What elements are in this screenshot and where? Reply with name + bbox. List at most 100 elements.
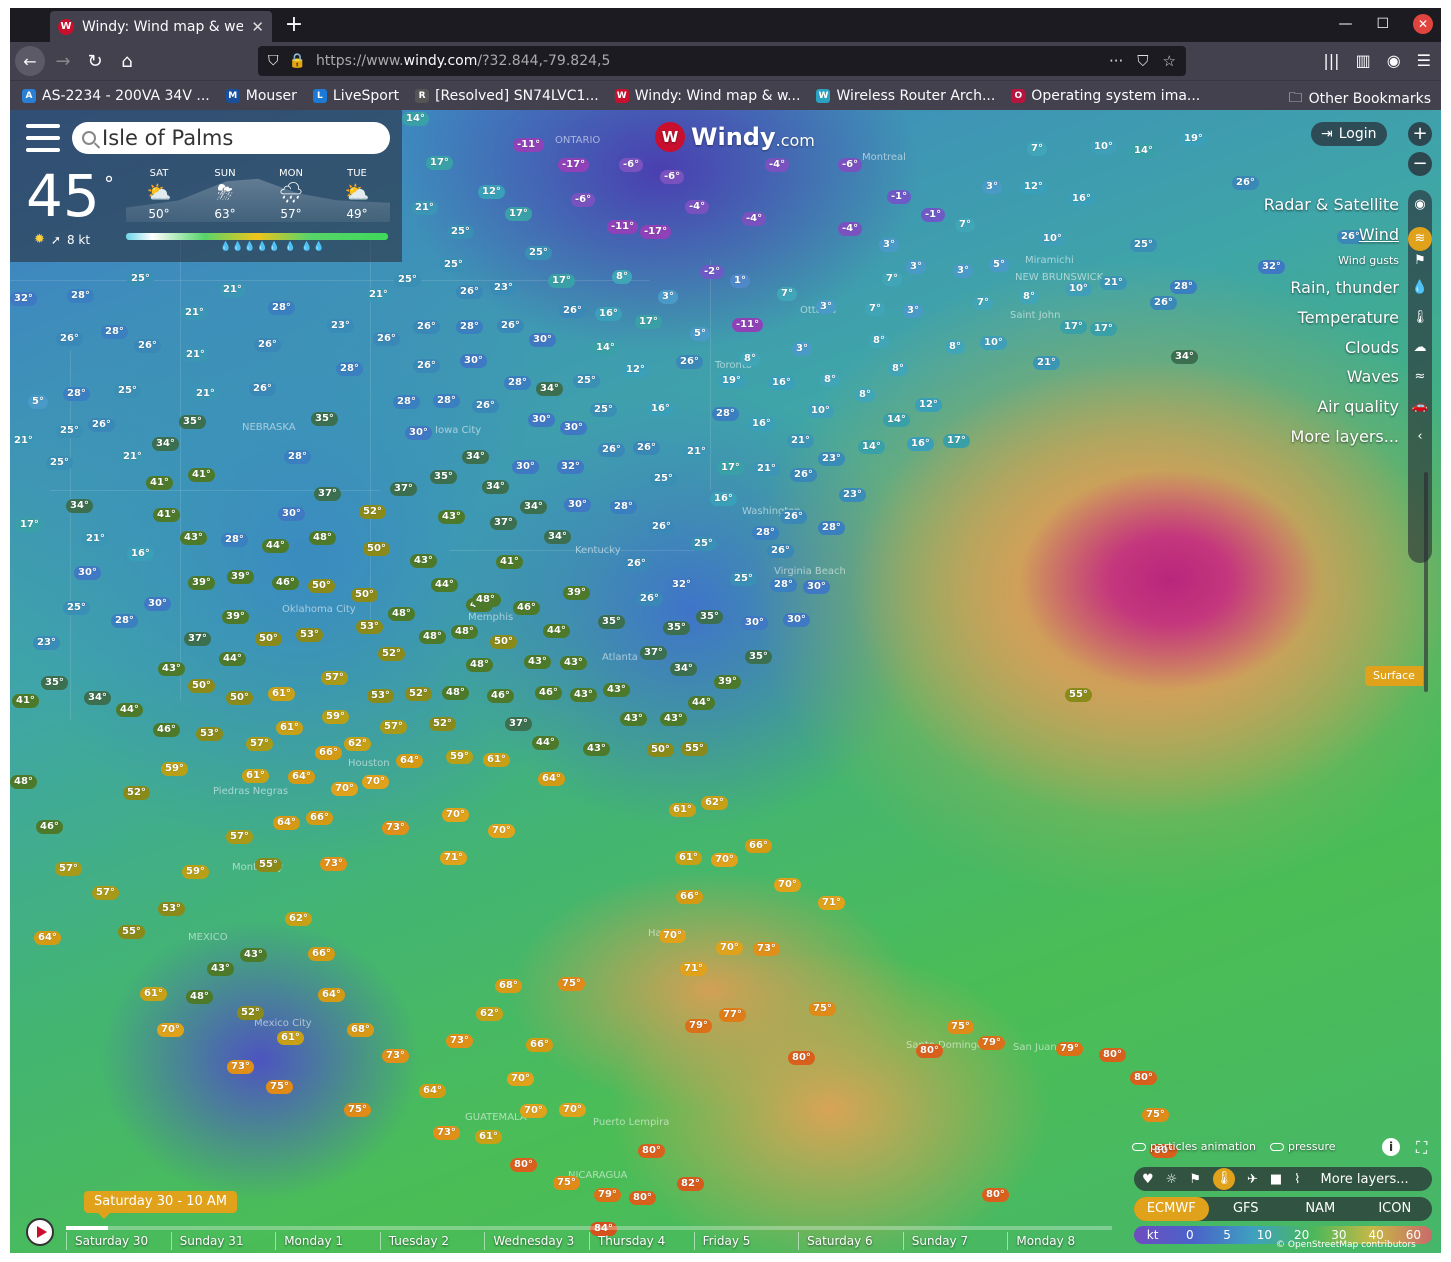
layer-icon[interactable]: ≋	[1408, 226, 1432, 251]
temperature-label[interactable]: 26°	[472, 399, 499, 413]
temperature-label[interactable]: 80°	[629, 1191, 656, 1205]
temperature-label[interactable]: 48°	[10, 775, 37, 789]
layer-item[interactable]: Air quality	[1264, 392, 1399, 422]
temperature-label[interactable]: 39°	[563, 586, 590, 600]
particles-animation-toggle[interactable]: particles animation	[1132, 1140, 1256, 1153]
temperature-label[interactable]: 30°	[512, 460, 539, 474]
temperature-label[interactable]: 61°	[483, 753, 510, 767]
temperature-label[interactable]: 61°	[268, 687, 295, 701]
temperature-label[interactable]: 28°	[111, 614, 138, 628]
timeline-day[interactable]: Sunday 31	[170, 1232, 276, 1250]
temperature-label[interactable]: -4°	[765, 158, 790, 172]
temperature-label[interactable]: 10°	[807, 404, 834, 418]
layer-icon[interactable]: ‹	[1408, 429, 1432, 444]
model-option[interactable]: ICON	[1358, 1197, 1433, 1221]
temperature-label[interactable]: 70°	[362, 775, 389, 789]
temperature-label[interactable]: 39°	[227, 570, 254, 584]
temperature-label[interactable]: 10°	[1090, 140, 1117, 154]
minimize-icon[interactable]: —	[1338, 16, 1352, 32]
temperature-label[interactable]: 43°	[207, 962, 234, 976]
temperature-label[interactable]: 34°	[462, 450, 489, 464]
temperature-label[interactable]: 32°	[557, 460, 584, 474]
layer-icon[interactable]: 🌡	[1408, 310, 1432, 325]
temperature-label[interactable]: 16°	[748, 417, 775, 431]
temperature-label[interactable]: 75°	[558, 977, 585, 991]
temperature-label[interactable]: 64°	[288, 770, 315, 784]
temperature-label[interactable]: 26°	[767, 544, 794, 558]
temperature-label[interactable]: 7°	[882, 272, 902, 286]
temperature-label[interactable]: 44°	[262, 539, 289, 553]
temperature-label[interactable]: 17°	[426, 156, 453, 170]
webcam-icon[interactable]: ■	[1270, 1172, 1282, 1187]
temperature-label[interactable]: 79°	[1056, 1042, 1083, 1056]
temperature-label[interactable]: -17°	[558, 158, 590, 172]
temperature-label[interactable]: 28°	[752, 526, 779, 540]
temperature-label[interactable]: 25°	[1130, 238, 1157, 252]
temperature-label[interactable]: 26°	[598, 443, 625, 457]
temperature-label[interactable]: 75°	[809, 1002, 836, 1016]
temperature-label[interactable]: 61°	[242, 769, 269, 783]
temperature-label[interactable]: 26°	[56, 332, 83, 346]
temperature-label[interactable]: 26°	[497, 319, 524, 333]
temperature-label[interactable]: 26°	[623, 557, 650, 571]
temperature-label[interactable]: 66°	[308, 947, 335, 961]
timeline-day[interactable]: Monday 1	[275, 1232, 380, 1250]
temperature-label[interactable]: 25°	[447, 225, 474, 239]
temperature-label[interactable]: 19°	[718, 374, 745, 388]
info-icon[interactable]: i	[1382, 1138, 1400, 1156]
temperature-label[interactable]: 34°	[670, 662, 697, 676]
temperature-label[interactable]: 21°	[683, 445, 710, 459]
temperature-label[interactable]: 48°	[472, 593, 499, 607]
temperature-label[interactable]: 34°	[66, 499, 93, 513]
temperature-label[interactable]: 30°	[74, 566, 101, 580]
temperature-label[interactable]: 21°	[182, 348, 209, 362]
temperature-label[interactable]: 28°	[67, 289, 94, 303]
close-tab-icon[interactable]: ✕	[251, 18, 264, 36]
temperature-label[interactable]: 70°	[442, 808, 469, 822]
temperature-label[interactable]: 28°	[101, 325, 128, 339]
temperature-label[interactable]: 62°	[344, 737, 371, 751]
temperature-label[interactable]: 79°	[685, 1019, 712, 1033]
temperature-label[interactable]: 21°	[1100, 276, 1127, 290]
temperature-label[interactable]: 41°	[188, 468, 215, 482]
zoom-out-button[interactable]: −	[1408, 152, 1432, 176]
temperature-label[interactable]: 75°	[344, 1103, 371, 1117]
temperature-label[interactable]: 14°	[402, 112, 429, 126]
temperature-label[interactable]: 28°	[221, 533, 248, 547]
temperature-label[interactable]: 57°	[92, 886, 119, 900]
temperature-label[interactable]: 80°	[1130, 1071, 1157, 1085]
temperature-label[interactable]: 80°	[916, 1044, 943, 1058]
temperature-label[interactable]: 71°	[680, 962, 707, 976]
temperature-label[interactable]: 5°	[28, 395, 48, 409]
temperature-label[interactable]: 25°	[440, 258, 467, 272]
temperature-label[interactable]: 46°	[535, 686, 562, 700]
temperature-label[interactable]: 64°	[273, 816, 300, 830]
bookmark-item[interactable]: W Windy: Wind map & w...	[614, 88, 800, 104]
temperature-label[interactable]: 28°	[268, 301, 295, 315]
temperature-label[interactable]: 30°	[529, 333, 556, 347]
temperature-label[interactable]: 25°	[127, 272, 154, 286]
temperature-label[interactable]: 21°	[1033, 356, 1060, 370]
zoom-in-button[interactable]: +	[1408, 122, 1432, 146]
temperature-label[interactable]: 30°	[803, 580, 830, 594]
temperature-label[interactable]: 73°	[320, 857, 347, 871]
temperature-label[interactable]: 70°	[659, 929, 686, 943]
temperature-label[interactable]: 10°	[980, 336, 1007, 350]
temperature-label[interactable]: 61°	[277, 1031, 304, 1045]
other-bookmarks[interactable]: 🗀 Other Bookmarks	[1289, 87, 1431, 111]
temperature-label[interactable]: 55°	[681, 742, 708, 756]
temperature-label[interactable]: 70°	[774, 878, 801, 892]
temperature-label[interactable]: 17°	[16, 518, 43, 532]
temperature-label[interactable]: 53°	[196, 727, 223, 741]
temperature-label[interactable]: 62°	[476, 1007, 503, 1021]
temperature-label[interactable]: 59°	[446, 750, 473, 764]
timeline-day[interactable]: Tuesday 2	[379, 1232, 485, 1250]
layer-item[interactable]: Temperature	[1264, 303, 1399, 333]
temperature-label[interactable]: 21°	[192, 387, 219, 401]
temperature-label[interactable]: 79°	[594, 1188, 621, 1202]
temperature-label[interactable]: 62°	[285, 912, 312, 926]
temperature-label[interactable]: 82°	[677, 1177, 704, 1191]
temperature-label[interactable]: 17°	[1060, 320, 1087, 334]
temperature-label[interactable]: 41°	[496, 555, 523, 569]
temperature-label[interactable]: 46°	[153, 723, 180, 737]
